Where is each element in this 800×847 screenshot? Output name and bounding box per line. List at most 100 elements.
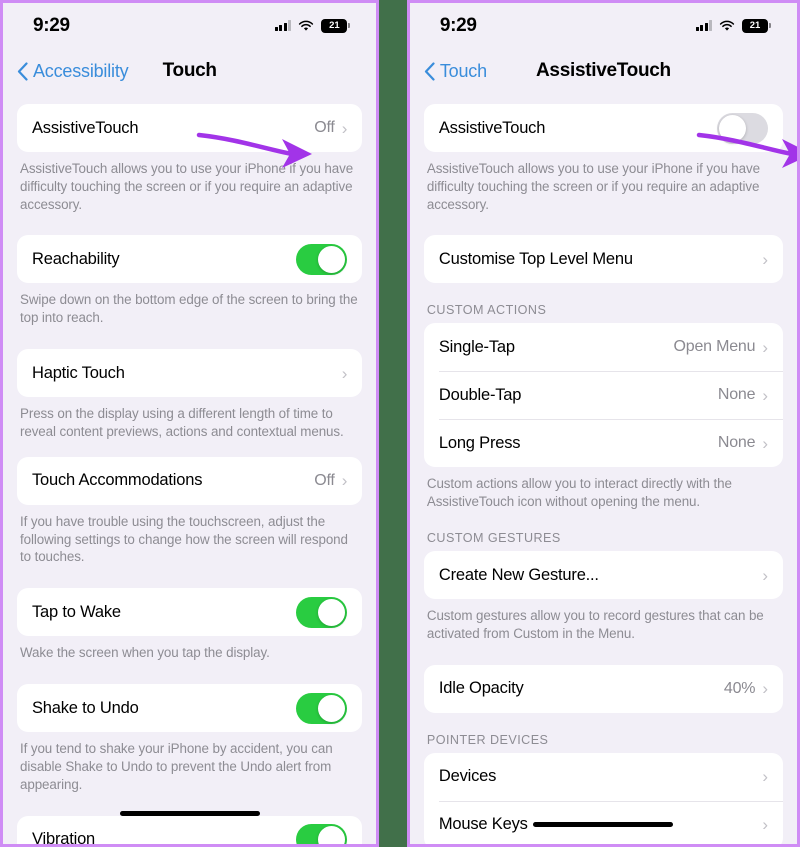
row-customise-top-level-menu[interactable]: Customise Top Level Menu › [424,235,783,283]
row-touch-accommodations[interactable]: Touch Accommodations Off › [17,457,362,505]
battery-icon: 21 [321,18,351,33]
card-vibration: Vibration [17,815,363,847]
left-settings-list: AssistiveTouch Off › AssistiveTouch allo… [3,94,376,847]
chevron-right-icon: › [762,249,768,269]
row-tap-to-wake[interactable]: Tap to Wake [17,588,362,636]
battery-icon: 21 [742,18,771,33]
wifi-icon [298,20,314,32]
footnote-custom-gestures: Custom gestures allow you to record gest… [426,608,764,641]
right-nav-bar: Touch AssistiveTouch [410,48,797,94]
row-label: Reachability [32,249,120,268]
right-status-bar: 9:29 21 [410,3,797,48]
chevron-right-icon: › [762,565,768,585]
chevron-right-icon: › [762,679,768,699]
row-label: Tap to Wake [32,602,121,621]
footnote-reachability: Swipe down on the bottom edge of the scr… [20,292,358,326]
card-touch-accommodations: Touch Accommodations Off › [17,456,363,505]
chevron-left-icon [17,61,28,81]
chevron-right-icon: › [762,767,768,787]
card-custom-actions: Single-Tap Open Menu › Double-Tap None ›… [423,323,783,468]
home-indicator [533,822,674,827]
chevron-right-icon: › [762,433,768,453]
chevron-right-icon: › [762,337,768,357]
footnote-touch-accommodations: If you have trouble using the touchscree… [20,513,348,565]
footnote-assistivetouch: AssistiveTouch allows you to use your iP… [20,161,354,212]
row-value: 40% [723,679,756,697]
card-shake-to-undo: Shake to Undo [17,684,363,733]
row-idle-opacity[interactable]: Idle Opacity 40% › [424,665,783,713]
screenshot-stage: 9:29 21 Accessibility Touch AssistiveTou… [0,0,800,847]
row-label: Create New Gesture... [438,565,599,584]
toggle-assistivetouch[interactable] [717,112,768,144]
row-label: AssistiveTouch [438,118,546,137]
right-phone-panel: 9:29 21 Touch AssistiveTouch AssistiveTo… [406,0,800,847]
row-single-tap[interactable]: Single-Tap Open Menu › [424,323,783,371]
card-customise-menu: Customise Top Level Menu › [423,235,783,284]
status-indicators: 21 [695,18,771,33]
row-double-tap[interactable]: Double-Tap None › [424,371,783,419]
row-label: Haptic Touch [32,363,125,382]
toggle-reachability[interactable] [296,243,348,275]
chevron-right-icon: › [341,471,348,491]
row-label: Vibration [32,830,96,847]
row-assistivetouch[interactable]: AssistiveTouch Off › [17,104,362,152]
cellular-signal-icon [274,20,292,31]
row-create-new-gesture[interactable]: Create New Gesture... › [424,551,783,599]
row-label: Devices [438,767,497,786]
row-value: None [717,386,756,404]
battery-level-label: 21 [329,19,340,31]
row-vibration[interactable]: Vibration [17,816,362,847]
row-label: Double-Tap [438,385,522,404]
card-assistivetouch: AssistiveTouch Off › [17,104,363,152]
row-assistivetouch[interactable]: AssistiveTouch [424,104,783,152]
cellular-signal-icon [695,20,712,31]
chevron-left-icon [424,61,435,81]
row-label: Customise Top Level Menu [438,249,633,268]
toggle-vibration[interactable] [296,824,348,844]
left-status-bar: 9:29 21 [3,3,376,48]
row-label: Single-Tap [438,337,515,356]
back-button-label: Accessibility [33,60,129,81]
back-button-touch[interactable]: Touch [424,61,487,82]
left-nav-bar: Accessibility Touch [3,48,376,94]
card-assistivetouch-toggle: AssistiveTouch [423,104,783,152]
row-label: AssistiveTouch [32,118,139,137]
toggle-tap-to-wake[interactable] [296,596,348,628]
card-pointer-devices: Devices › Mouse Keys › [423,752,783,844]
footnote-haptic-touch: Press on the display using a different l… [20,406,344,439]
status-clock: 9:29 [33,14,70,36]
card-haptic-touch: Haptic Touch › [17,349,363,398]
group-header-custom-actions: CUSTOM ACTIONS [426,303,547,318]
row-value: Off [314,119,335,136]
group-header-pointer-devices: POINTER DEVICES [426,732,549,747]
left-phone-panel: 9:29 21 Accessibility Touch AssistiveTou… [0,0,380,847]
row-label: Shake to Undo [32,698,139,717]
footnote-shake-to-undo: If you tend to shake your iPhone by acci… [20,741,333,792]
row-reachability[interactable]: Reachability [17,235,362,283]
footnote-assistivetouch: AssistiveTouch allows you to use your iP… [426,161,760,212]
chevron-right-icon: › [341,363,348,383]
card-tap-to-wake: Tap to Wake [17,588,363,637]
right-settings-list: AssistiveTouch AssistiveTouch allows you… [410,94,797,844]
chevron-right-icon: › [762,385,768,405]
row-label: Idle Opacity [438,679,524,698]
home-indicator [119,811,260,816]
row-haptic-touch[interactable]: Haptic Touch › [17,349,362,397]
row-shake-to-undo[interactable]: Shake to Undo [17,684,362,732]
panel-divider [379,0,407,847]
back-button-accessibility[interactable]: Accessibility [17,60,129,82]
card-reachability: Reachability [17,235,363,284]
row-value: Off [314,471,335,489]
wifi-icon [719,20,735,32]
row-long-press[interactable]: Long Press None › [424,419,783,467]
footnote-custom-actions: Custom actions allow you to interact dir… [426,476,732,510]
chevron-right-icon: › [762,815,768,835]
card-custom-gestures: Create New Gesture... › [423,551,783,600]
row-label: Touch Accommodations [32,471,203,490]
toggle-shake-to-undo[interactable] [296,692,348,724]
back-button-label: Touch [439,60,487,81]
row-devices[interactable]: Devices › [424,753,783,801]
row-value: None [717,434,756,452]
group-header-custom-gestures: CUSTOM GESTURES [426,531,561,546]
status-indicators: 21 [274,18,351,33]
